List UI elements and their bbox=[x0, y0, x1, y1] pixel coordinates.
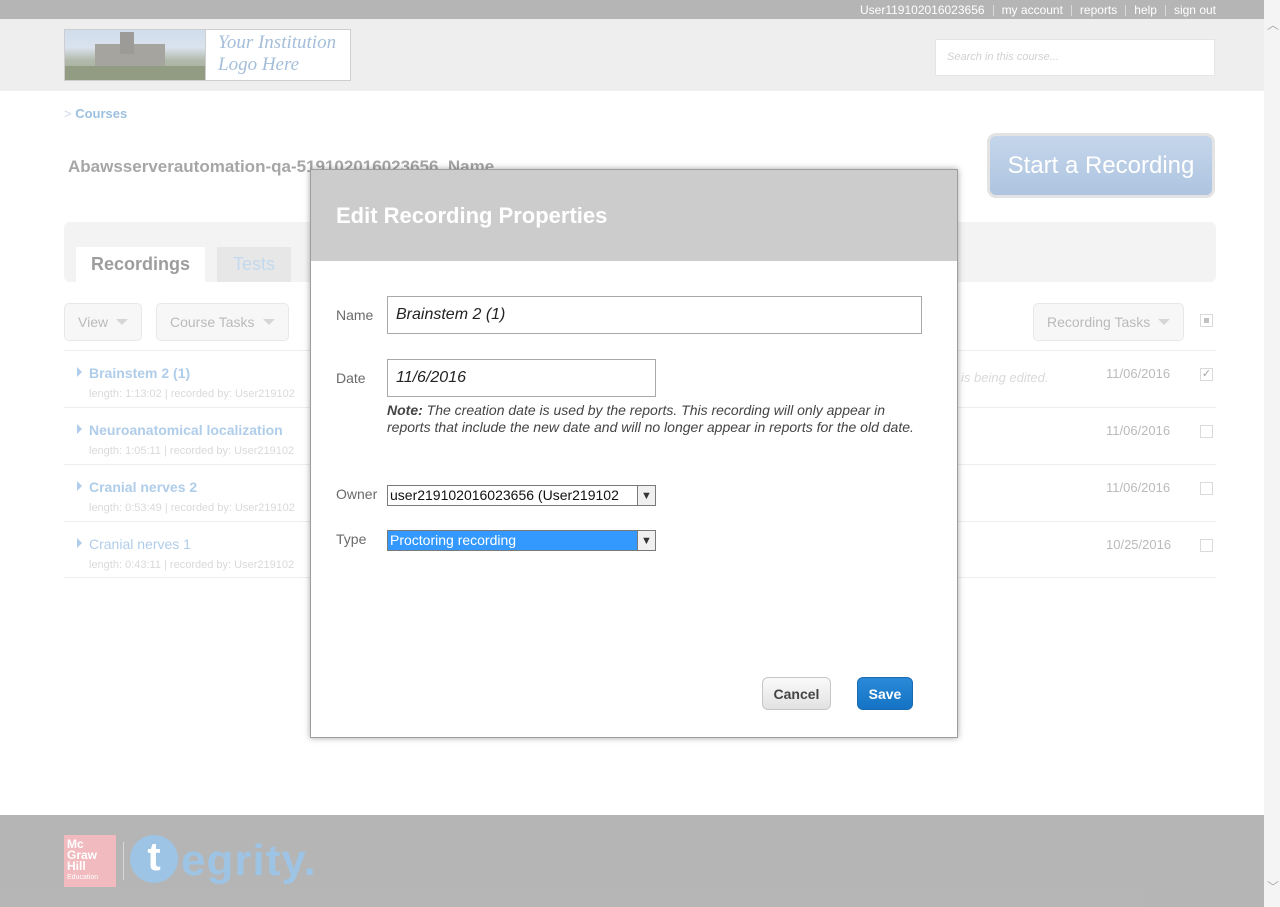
chevron-down-icon[interactable]: ▼ bbox=[637, 531, 655, 550]
dialog-header: Edit Recording Properties bbox=[311, 170, 957, 261]
type-label: Type bbox=[336, 531, 367, 547]
chevron-down-icon[interactable]: ﹀ bbox=[1267, 878, 1279, 895]
owner-selected-value: user219102016023656 (User219102 bbox=[390, 487, 619, 503]
name-input[interactable]: Brainstem 2 (1) bbox=[387, 296, 922, 334]
chevron-down-icon[interactable]: ▼ bbox=[637, 486, 655, 505]
type-select[interactable]: Proctoring recording ▼ bbox=[387, 530, 656, 551]
date-label: Date bbox=[336, 370, 366, 386]
cancel-button[interactable]: Cancel bbox=[762, 677, 831, 710]
owner-label: Owner bbox=[336, 486, 378, 502]
chevron-up-icon[interactable]: ︿ bbox=[1267, 16, 1279, 33]
owner-select[interactable]: user219102016023656 (User219102 ▼ bbox=[387, 485, 656, 506]
dialog-title: Edit Recording Properties bbox=[336, 203, 608, 228]
type-selected-value: Proctoring recording bbox=[388, 531, 637, 550]
name-label: Name bbox=[336, 307, 374, 323]
date-note: Note: The creation date is used by the r… bbox=[387, 402, 914, 435]
save-button[interactable]: Save bbox=[857, 677, 913, 710]
page-scrollbar[interactable]: ︿ ﹀ bbox=[1264, 0, 1280, 907]
edit-recording-dialog: Edit Recording Properties Name Brainstem… bbox=[310, 169, 958, 738]
date-input[interactable]: 11/6/2016 bbox=[387, 359, 656, 397]
